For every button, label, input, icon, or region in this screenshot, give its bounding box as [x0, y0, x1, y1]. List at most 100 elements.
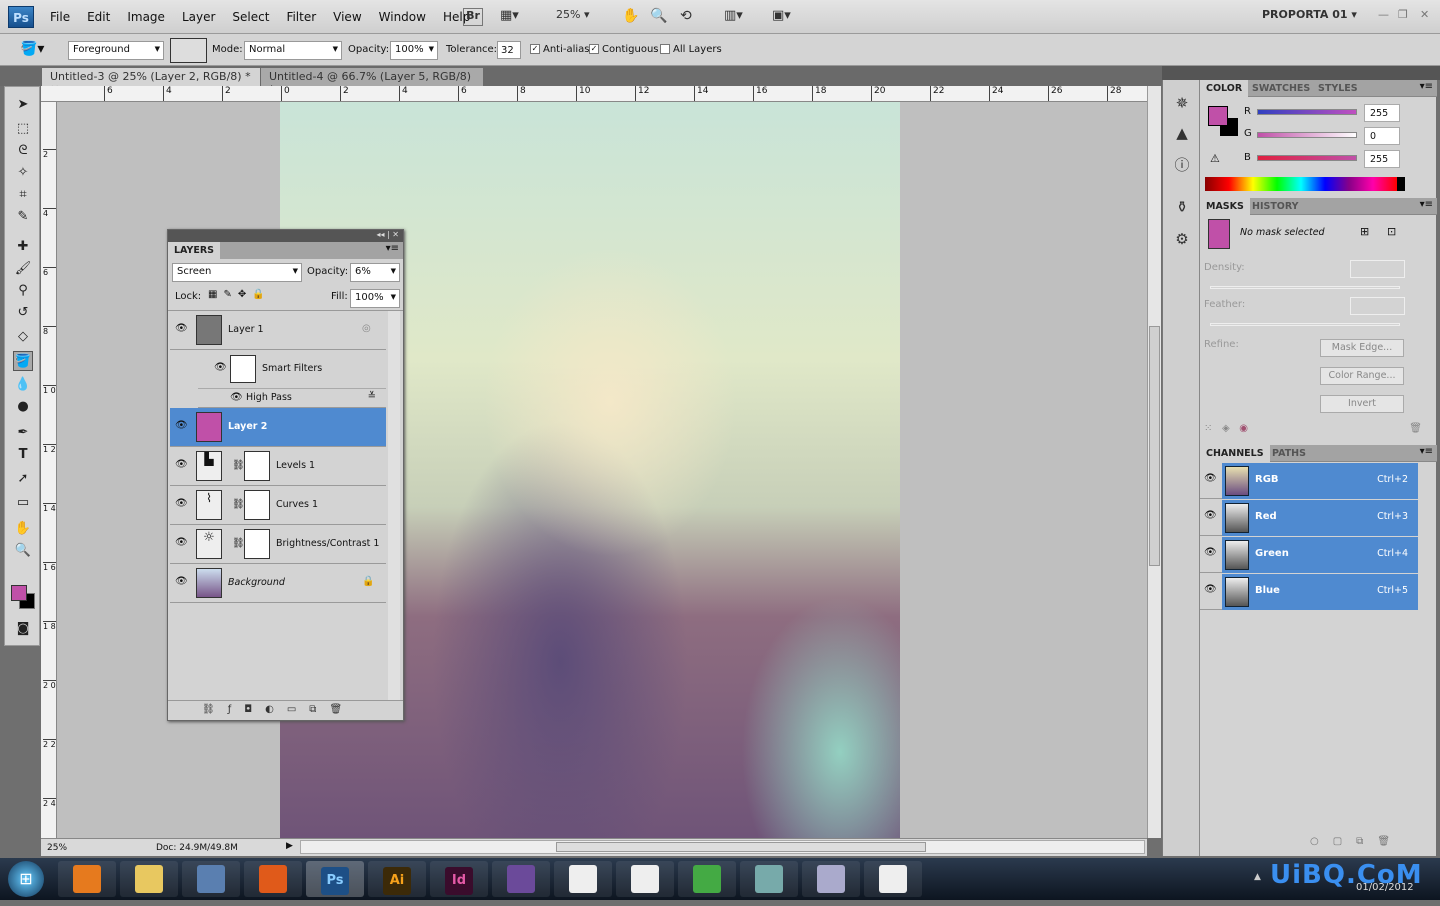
taskbar-button[interactable]	[802, 861, 860, 897]
visibility-eye-icon[interactable]: 👁	[175, 459, 188, 470]
b-value[interactable]: 255	[1364, 150, 1400, 168]
move-tool-icon[interactable]: ➤	[13, 95, 33, 115]
layer-row-layer-2[interactable]: 👁 Layer 2	[170, 408, 386, 447]
panel-menu-icon[interactable]: ▾≡	[386, 243, 399, 254]
channels-footer-icons[interactable]: ○▢⧉🗑	[1310, 836, 1404, 847]
taskbar-button[interactable]: Id	[430, 861, 488, 897]
brushes-icon[interactable]: ⚱	[1172, 198, 1192, 218]
taskbar-app-chrome[interactable]	[693, 865, 721, 893]
minimize-button[interactable]: —	[1378, 8, 1389, 26]
path-selection-icon[interactable]: ➚	[13, 469, 33, 489]
menu-file[interactable]: File	[50, 10, 70, 24]
horizontal-scroll-thumb[interactable]	[556, 842, 926, 852]
taskbar-button[interactable]	[120, 861, 178, 897]
horizontal-scrollbar[interactable]	[300, 840, 1145, 854]
visibility-eye-icon[interactable]: 👁	[175, 323, 188, 334]
crop-tool-icon[interactable]: ⌗	[13, 185, 33, 205]
tab-untitled-3[interactable]: Untitled-3 @ 25% (Layer 2, RGB/8) * ✕	[42, 68, 260, 96]
dodge-tool-icon[interactable]: ●	[13, 397, 33, 417]
taskbar-app-thunderbird[interactable]	[197, 865, 225, 893]
taskbar-app-reader[interactable]	[631, 865, 659, 893]
taskbar-app-odf[interactable]	[879, 865, 907, 893]
taskbar-app-ai[interactable]: Ai	[383, 867, 411, 895]
visibility-eye-icon[interactable]: 👁	[1204, 473, 1217, 484]
restore-button[interactable]: ❐	[1398, 8, 1408, 26]
tab-swatches[interactable]: SWATCHES	[1246, 80, 1316, 97]
mode-select[interactable]: Normal	[244, 41, 342, 60]
menu-view[interactable]: View	[333, 10, 361, 24]
g-slider[interactable]	[1257, 132, 1357, 138]
layer-row-layer-1[interactable]: 👁 Layer 1 ◎	[170, 311, 386, 350]
menu-select[interactable]: Select	[232, 10, 269, 24]
load-selection-icon[interactable]: ⁙	[1204, 423, 1212, 434]
zoom-icon[interactable]: 🔍	[13, 541, 33, 561]
tolerance-input[interactable]: 32	[497, 41, 521, 59]
visibility-eye-icon[interactable]: 👁	[175, 576, 188, 587]
visibility-eye-icon[interactable]: 👁	[1204, 547, 1217, 558]
layer-opacity-input[interactable]: 6%	[350, 263, 400, 282]
density-input[interactable]	[1350, 260, 1405, 278]
shape-tool-icon[interactable]: ▭	[13, 493, 33, 513]
visibility-eye-icon[interactable]: 👁	[214, 362, 227, 373]
visibility-eye-icon[interactable]: 👁	[230, 392, 243, 403]
g-value[interactable]: 0	[1364, 127, 1400, 145]
layers-scrollbar[interactable]	[388, 311, 400, 701]
status-zoom[interactable]: 25%	[47, 843, 67, 853]
blur-tool-icon[interactable]: 💧	[13, 375, 33, 395]
layers-panel-titlebar[interactable]: ◂◂ | ✕	[168, 230, 403, 242]
zoom-level-select[interactable]: 25% ▾	[556, 8, 589, 26]
panel-menu-icon[interactable]: ▾≡	[1420, 81, 1433, 92]
zoom-tool-icon[interactable]: 🔍	[650, 8, 667, 26]
paint-bucket-icon[interactable]: 🪣▾	[20, 41, 44, 57]
workspace-switcher[interactable]: PROPORTA 01 ▾	[1262, 8, 1357, 26]
taskbar-button[interactable]	[678, 861, 736, 897]
taskbar-button[interactable]: Ps	[306, 861, 364, 897]
visibility-eye-icon[interactable]: 👁	[1204, 510, 1217, 521]
clone-stamp-icon[interactable]: ⚲	[13, 281, 33, 301]
layer-row-background[interactable]: 👁 Background 🔒	[170, 564, 386, 603]
taskbar-button[interactable]	[740, 861, 798, 897]
density-slider[interactable]	[1210, 286, 1400, 289]
magic-wand-icon[interactable]: ✧	[13, 163, 33, 183]
lasso-tool-icon[interactable]: ᘓ	[13, 141, 33, 161]
r-slider[interactable]	[1257, 109, 1357, 115]
color-spectrum-ramp[interactable]	[1205, 177, 1405, 191]
b-slider[interactable]	[1257, 155, 1357, 161]
add-pixel-mask-icon[interactable]: ⊞	[1360, 225, 1369, 238]
tab-layers[interactable]: LAYERS	[168, 242, 221, 259]
histogram-icon[interactable]: ▲	[1172, 124, 1192, 144]
panel-menu-icon[interactable]: ▾≡	[1420, 446, 1433, 457]
gamut-warning-icon[interactable]: ⚠	[1210, 152, 1220, 165]
layer-row-high-pass[interactable]: 👁 High Pass ≚	[198, 388, 386, 408]
filter-options-icon[interactable]: ≚	[368, 391, 376, 402]
status-menu-arrow[interactable]: ▶	[286, 841, 293, 851]
menu-layer[interactable]: Layer	[182, 10, 215, 24]
layer-row-smart-filters[interactable]: 👁 Smart Filters	[170, 350, 386, 388]
menu-window[interactable]: Window	[379, 10, 426, 24]
channel-green[interactable]: 👁 Green Ctrl+4	[1200, 537, 1418, 573]
eraser-icon[interactable]: ◇	[13, 327, 33, 347]
channel-red[interactable]: 👁 Red Ctrl+3	[1200, 500, 1418, 536]
tab-untitled-4[interactable]: Untitled-4 @ 66.7% (Layer 5, RGB/8) * ✕	[261, 68, 483, 96]
visibility-eye-icon[interactable]: 👁	[1204, 584, 1217, 595]
close-button[interactable]: ✕	[1420, 8, 1429, 26]
screen-view-icon[interactable]: ▦▾	[500, 8, 519, 26]
bridge-button[interactable]: Br	[463, 8, 483, 26]
paint-bucket-tool-icon[interactable]: 🪣	[13, 351, 33, 371]
eyedropper-icon[interactable]: ✎	[13, 207, 33, 227]
channel-blue[interactable]: 👁 Blue Ctrl+5	[1200, 574, 1418, 610]
taskbar-app-pidgin[interactable]	[507, 865, 535, 893]
taskbar-app-ps[interactable]: Ps	[321, 867, 349, 895]
tab-color[interactable]: COLOR	[1200, 80, 1249, 97]
type-tool-icon[interactable]: T	[13, 445, 33, 465]
taskbar-app-id[interactable]: Id	[445, 867, 473, 895]
history-brush-icon[interactable]: ↺	[13, 303, 33, 323]
tab-styles[interactable]: STYLES	[1312, 80, 1364, 97]
lock-icons[interactable]: ▦✎✥🔒	[208, 289, 271, 300]
taskbar-app-acrobat[interactable]	[569, 865, 597, 893]
arrange-documents-icon[interactable]: ▥▾	[724, 8, 743, 26]
pattern-picker[interactable]	[170, 38, 207, 63]
layer-row-curves-1[interactable]: 👁 ⌇ ⛓ Curves 1	[170, 486, 386, 525]
menu-edit[interactable]: Edit	[87, 10, 110, 24]
disable-mask-icon[interactable]: ◉	[1239, 423, 1248, 434]
